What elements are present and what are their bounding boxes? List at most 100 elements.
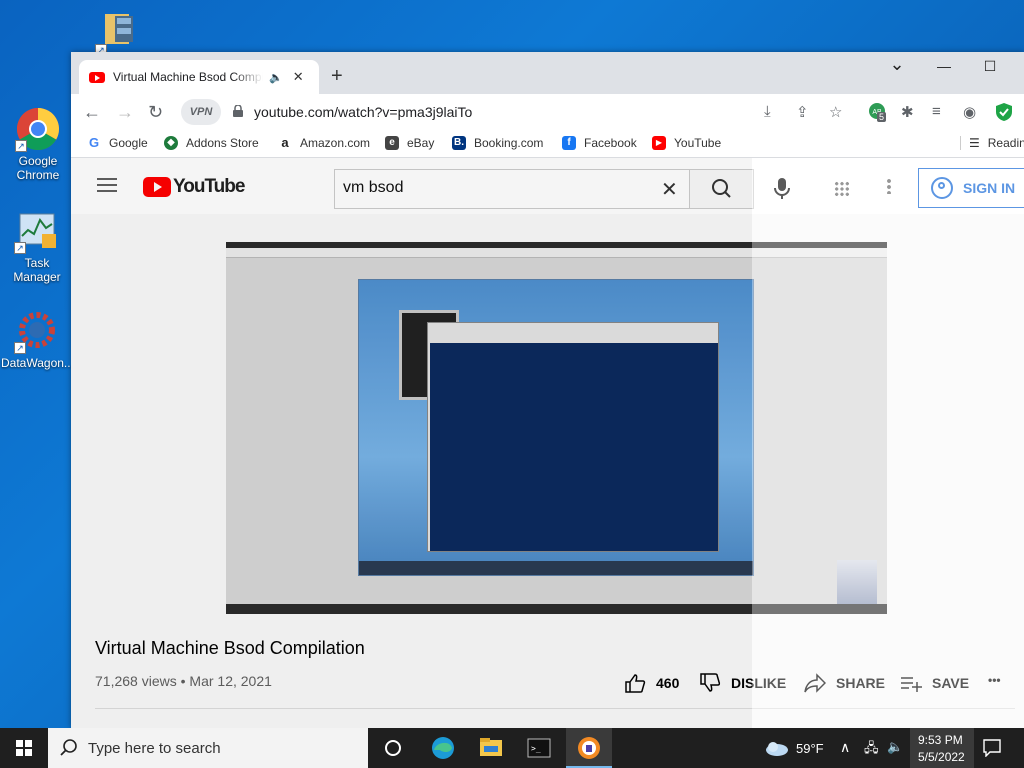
task-manager-icon: ↗ — [14, 208, 60, 254]
browser-window: Virtual Machine Bsod Compilation 🔈 ✕ + ⌄… — [71, 52, 1024, 728]
speaker-icon[interactable]: 🔈 — [269, 71, 283, 84]
bookmark-star-icon[interactable]: ☆ — [829, 103, 842, 121]
bookmark-label: eBay — [407, 136, 435, 150]
bookmark-label: Amazon.com — [300, 136, 371, 150]
thumbs-down-icon — [700, 673, 721, 692]
minimize-button[interactable]: — — [921, 58, 967, 74]
vpn-browser-icon — [578, 737, 600, 759]
desktop-icon-video-folder[interactable]: ↗ — [82, 10, 154, 58]
microphone-icon[interactable] — [774, 178, 790, 200]
upload-date: Mar 12, 2021 — [189, 673, 272, 689]
bookmark-label: Facebook — [584, 136, 637, 150]
weather-temperature[interactable]: 59°F — [796, 741, 824, 756]
browser-toolbar: ← → ↻ VPN youtube.com/watch?v=pma3j9laiT… — [71, 94, 1024, 130]
bookmark-label: YouTube — [674, 136, 722, 150]
channel-avatar-watermark — [837, 560, 877, 604]
taskbar-edge[interactable] — [420, 728, 466, 768]
clock-date: 5/5/2022 — [918, 750, 965, 764]
youtube-logo[interactable]: YouTube — [143, 176, 245, 198]
taskbar-terminal[interactable]: >_ — [516, 728, 562, 768]
addons-store-icon: ◆ — [164, 136, 178, 150]
back-button[interactable]: ← — [83, 102, 101, 123]
windows-start-icon[interactable] — [16, 740, 32, 756]
address-bar[interactable]: youtube.com/watch?v=pma3j9laiTo — [254, 104, 472, 120]
taskbar-search-placeholder: Type here to search — [88, 739, 221, 757]
menu-icon[interactable] — [97, 178, 117, 192]
new-tab-button[interactable]: + — [331, 65, 343, 88]
youtube-favicon-icon — [89, 71, 105, 83]
share-icon — [804, 673, 826, 693]
tab-youtube-video[interactable]: Virtual Machine Bsod Compilation 🔈 ✕ — [79, 60, 319, 94]
maximize-button[interactable]: ☐ — [967, 58, 1013, 75]
ebay-icon: e — [385, 136, 399, 150]
desktop-icon-label: Google Chrome — [16, 154, 60, 182]
clear-search-icon[interactable]: ✕ — [661, 177, 678, 202]
reading-list-label: Reading — [987, 136, 1024, 150]
search-button[interactable] — [690, 169, 754, 209]
tab-search-button[interactable]: ⌄ — [874, 54, 920, 75]
apps-grid-icon[interactable] — [834, 181, 850, 197]
like-button[interactable]: 460 — [624, 673, 679, 693]
video-content — [358, 279, 754, 576]
forward-button[interactable]: → — [116, 102, 134, 123]
save-button[interactable]: SAVE — [900, 673, 969, 693]
extension-ab-icon[interactable]: AB 5 — [868, 102, 888, 126]
more-actions-icon[interactable]: ••• — [988, 673, 1001, 687]
volume-icon[interactable]: 🔈 — [887, 739, 903, 755]
task-view-button[interactable] — [370, 728, 416, 768]
youtube-icon: ▶ — [652, 136, 666, 150]
settings-more-icon[interactable] — [887, 178, 891, 194]
bookmark-label: Addons Store — [186, 136, 259, 150]
terminal-icon: >_ — [527, 738, 551, 758]
taskbar-browser-active[interactable] — [566, 728, 612, 768]
bookmark-facebook[interactable]: f Facebook — [562, 136, 637, 150]
dislike-button[interactable]: DISLIKE — [699, 673, 786, 693]
playlist-add-icon — [901, 677, 922, 692]
chevron-up-icon[interactable]: ∧ — [840, 739, 850, 756]
reading-list[interactable]: ☰ Reading — [960, 136, 1024, 150]
desktop-icon-datawagon[interactable]: ↗ DataWagon... — [1, 308, 74, 370]
sign-in-button[interactable]: SIGN IN — [918, 168, 1024, 208]
security-shield-icon[interactable] — [996, 103, 1012, 125]
profile-icon[interactable]: ◉ — [963, 103, 976, 121]
file-explorer-icon — [480, 738, 502, 756]
share-button[interactable]: SHARE — [804, 673, 885, 693]
video-player[interactable] — [226, 242, 887, 614]
taskbar-file-explorer[interactable] — [468, 728, 514, 768]
bookmark-booking[interactable]: B. Booking.com — [452, 136, 543, 150]
desktop-icon-task-manager[interactable]: ↗ Task Manager — [1, 208, 73, 284]
search-icon — [60, 739, 77, 756]
video-window — [427, 322, 719, 552]
sign-in-label: SIGN IN — [963, 180, 1016, 196]
lock-icon[interactable] — [233, 105, 243, 117]
share-page-icon[interactable]: ⇪ — [796, 103, 809, 121]
clock[interactable]: 9:53 PM 5/5/2022 — [910, 728, 974, 768]
network-icon[interactable]: 🖧 — [864, 739, 879, 761]
extensions-puzzle-icon[interactable]: ✱ — [901, 103, 914, 121]
like-count: 460 — [656, 675, 680, 691]
amazon-icon: a — [281, 135, 289, 150]
notification-icon[interactable] — [983, 739, 1001, 757]
search-input[interactable]: vm bsod — [334, 169, 690, 209]
vpn-button[interactable]: VPN — [181, 99, 221, 125]
bookmark-ebay[interactable]: e eBay — [385, 136, 434, 150]
extension-badge: 5 — [877, 112, 887, 122]
desktop-icon-chrome[interactable]: ↗ Google Chrome — [2, 106, 74, 182]
bookmark-addons-store[interactable]: ◆ Addons Store — [164, 136, 259, 150]
save-label: SAVE — [932, 675, 970, 691]
weather-cloud-icon[interactable] — [763, 738, 789, 758]
tab-title: Virtual Machine Bsod Compilation — [113, 70, 263, 84]
taskbar-search[interactable]: Type here to search — [48, 728, 368, 768]
bookmark-google[interactable]: G Google — [87, 135, 148, 151]
account-icon — [931, 177, 953, 199]
reload-button[interactable]: ↻ — [148, 102, 163, 123]
google-icon: G — [88, 135, 100, 150]
tab-close-icon[interactable]: ✕ — [293, 69, 304, 85]
tab-strip: Virtual Machine Bsod Compilation 🔈 ✕ + ⌄… — [71, 52, 1024, 94]
bookmark-amazon[interactable]: a Amazon.com — [278, 135, 371, 151]
video-bottom-bar — [226, 604, 887, 614]
install-app-icon[interactable]: ⤓ — [764, 103, 771, 120]
bookmark-youtube[interactable]: ▶ YouTube — [652, 136, 721, 150]
video-meta: 71,268 views • Mar 12, 2021 — [95, 673, 272, 689]
media-control-icon[interactable]: ≡ — [932, 103, 941, 120]
